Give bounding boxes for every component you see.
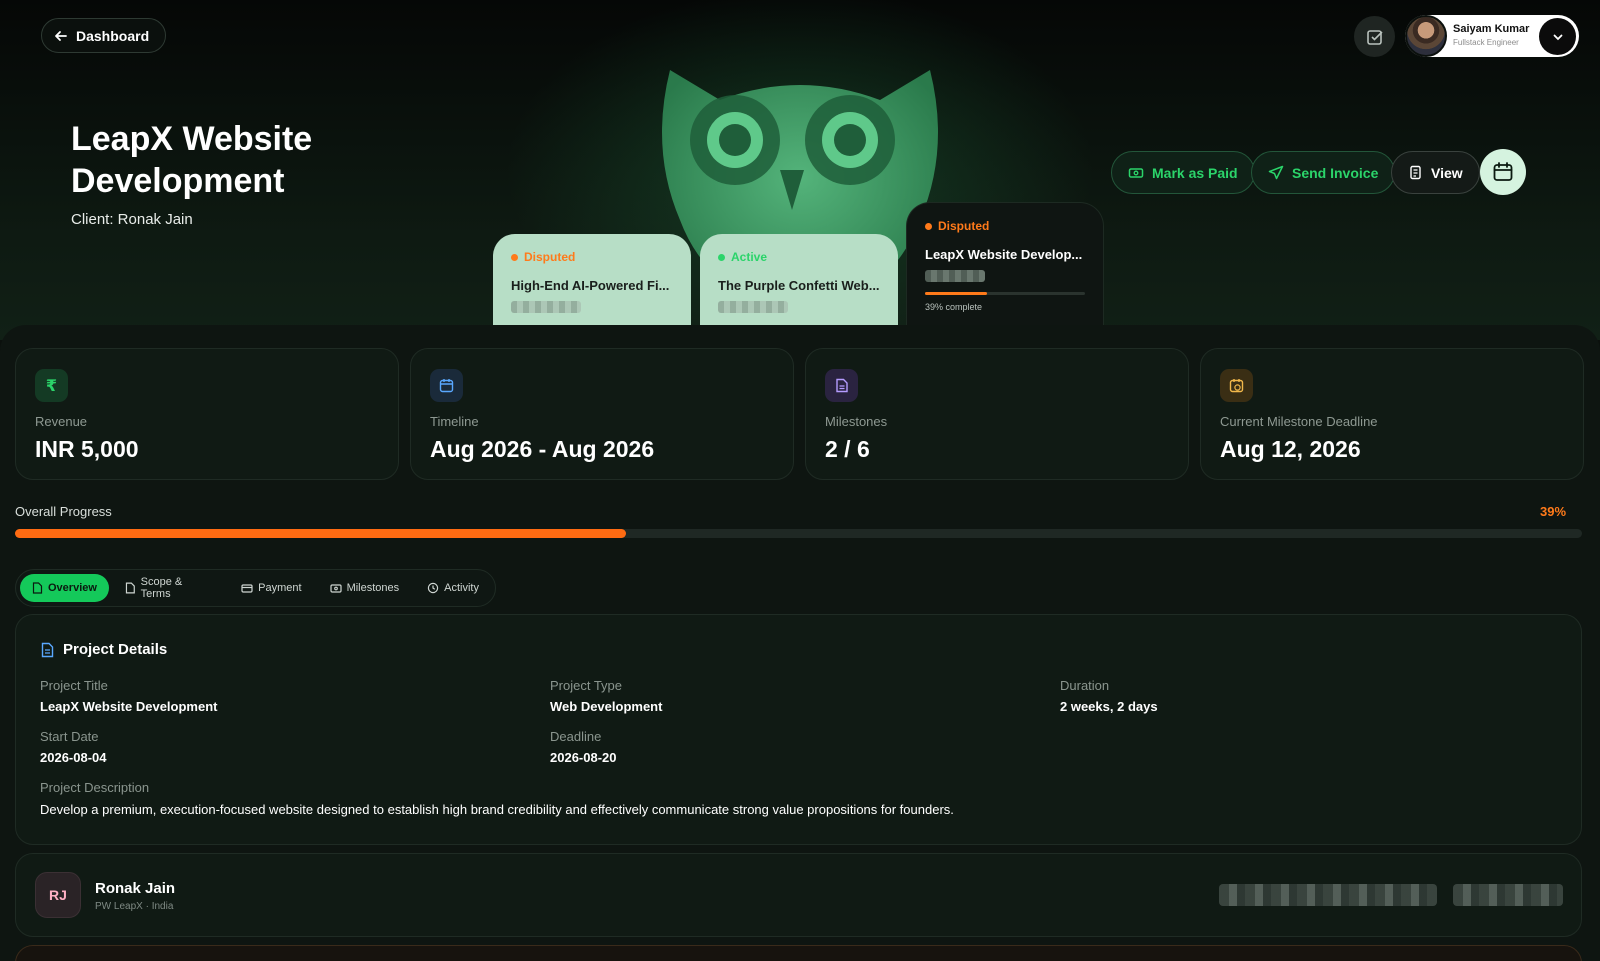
project-details-heading: Project Details (40, 641, 167, 658)
clock-icon (427, 582, 439, 594)
overall-progress-bar (15, 529, 1582, 538)
status-dot (511, 253, 518, 261)
tab-milestones[interactable]: Milestones (318, 574, 412, 602)
back-button-label: Dashboard (76, 27, 150, 44)
project-card-complete: 39% complete (925, 302, 983, 312)
start-date-label: Start Date (40, 729, 99, 744)
project-description-value: Develop a premium, execution-focused web… (40, 802, 954, 817)
overall-progress-percent: 39% (1540, 504, 1567, 519)
project-card[interactable]: Disputed High-End AI-Powered Fi... (493, 234, 691, 326)
project-status: Active (718, 250, 880, 264)
user-menu-toggle[interactable] (1539, 18, 1576, 55)
mark-as-paid-label: Mark as Paid (1152, 164, 1238, 181)
client-card-name: Ronak Jain (95, 880, 176, 897)
file-icon (125, 582, 135, 594)
stat-card-milestones: Milestones 2 / 6 (805, 348, 1189, 480)
project-card-progress-fill (925, 292, 988, 295)
avatar[interactable] (1405, 15, 1447, 57)
tab-bar: Overview Scope & Terms Payment Milestone… (15, 569, 496, 607)
calendar-icon (1493, 162, 1513, 181)
stat-card-deadline: Current Milestone Deadline Aug 12, 2026 (1200, 348, 1584, 480)
document-icon (41, 642, 54, 657)
overall-progress-label: Overall Progress (15, 504, 112, 519)
document-icon (1410, 165, 1421, 180)
rupee-icon: ₹ (35, 369, 68, 402)
redacted-contact (1219, 884, 1437, 906)
redacted-text (925, 270, 985, 282)
project-status: Disputed (925, 219, 1085, 233)
document-icon (32, 582, 43, 594)
cash-icon (1128, 167, 1144, 178)
project-details-card: Project Details Project Title LeapX Webs… (15, 614, 1582, 845)
project-card-title: LeapX Website Develop... (925, 247, 1083, 262)
client-name: Client: Ronak Jain (71, 211, 193, 228)
redacted-contact (1453, 884, 1563, 906)
status-dot (925, 222, 932, 230)
project-description-label: Project Description (40, 780, 150, 795)
tab-payment[interactable]: Payment (229, 574, 313, 602)
project-card-title: High-End AI-Powered Fi... (511, 278, 670, 293)
calendar-button[interactable] (1480, 149, 1526, 195)
deadline-value: 2026-08-20 (550, 750, 617, 765)
stat-label: Current Milestone Deadline (1220, 414, 1378, 429)
overall-progress-fill (15, 529, 627, 538)
project-card-progress (925, 292, 1085, 295)
milestones-icon (329, 583, 342, 593)
stat-value: 2 / 6 (825, 436, 870, 462)
stat-label: Milestones (825, 414, 888, 429)
view-label: View (1431, 164, 1463, 181)
send-icon (1268, 165, 1284, 179)
client-avatar: RJ (35, 872, 81, 918)
view-button[interactable]: View (1391, 151, 1480, 194)
stat-label: Timeline (430, 414, 479, 429)
project-title-value: LeapX Website Development (40, 699, 218, 714)
duration-value: 2 weeks, 2 days (1060, 699, 1158, 714)
credit-card-icon (241, 583, 253, 593)
chevron-down-icon (1553, 34, 1562, 40)
document-icon (825, 369, 858, 402)
stat-value: Aug 2026 - Aug 2026 (430, 436, 655, 462)
calendar-icon (430, 369, 463, 402)
start-date-value: 2026-08-04 (40, 750, 107, 765)
project-card-active[interactable]: Disputed LeapX Website Develop... 39% co… (906, 202, 1104, 326)
stat-value: Aug 12, 2026 (1220, 436, 1361, 462)
project-card[interactable]: Active The Purple Confetti Web... (700, 234, 898, 326)
project-type-label: Project Type (550, 678, 623, 693)
calendar-clock-icon (1220, 369, 1253, 402)
tab-scope-terms[interactable]: Scope & Terms (113, 574, 225, 602)
duration-label: Duration (1060, 678, 1110, 693)
project-type-value: Web Development (550, 699, 663, 714)
stat-card-timeline: Timeline Aug 2026 - Aug 2026 (410, 348, 794, 480)
stat-label: Revenue (35, 414, 88, 429)
stat-card-revenue: ₹ Revenue INR 5,000 (15, 348, 399, 480)
redacted-text (511, 301, 581, 313)
stat-value: INR 5,000 (35, 436, 139, 462)
back-to-dashboard-button[interactable]: Dashboard (41, 18, 167, 53)
tab-overview[interactable]: Overview (20, 574, 109, 602)
project-status: Disputed (511, 250, 673, 264)
send-invoice-label: Send Invoice (1292, 164, 1379, 181)
page-title: LeapX Website Development (71, 120, 313, 200)
tasks-button[interactable] (1354, 16, 1395, 57)
project-card-title: The Purple Confetti Web... (718, 278, 880, 293)
user-name: Saiyam Kumar (1453, 23, 1530, 35)
client-card-org: PW LeapX · India (95, 901, 174, 912)
client-card: RJ Ronak Jain PW LeapX · India (15, 853, 1582, 937)
mark-as-paid-button[interactable]: Mark as Paid (1111, 151, 1255, 194)
next-section-card (15, 945, 1582, 961)
redacted-text (718, 301, 788, 313)
project-title-label: Project Title (40, 678, 108, 693)
status-dot (718, 253, 725, 261)
send-invoice-button[interactable]: Send Invoice (1251, 151, 1396, 194)
deadline-label: Deadline (550, 729, 602, 744)
user-role: Fullstack Engineer (1453, 38, 1519, 47)
tab-activity[interactable]: Activity (415, 574, 491, 602)
checkbox-icon (1366, 29, 1383, 45)
arrow-left-icon (55, 30, 67, 41)
